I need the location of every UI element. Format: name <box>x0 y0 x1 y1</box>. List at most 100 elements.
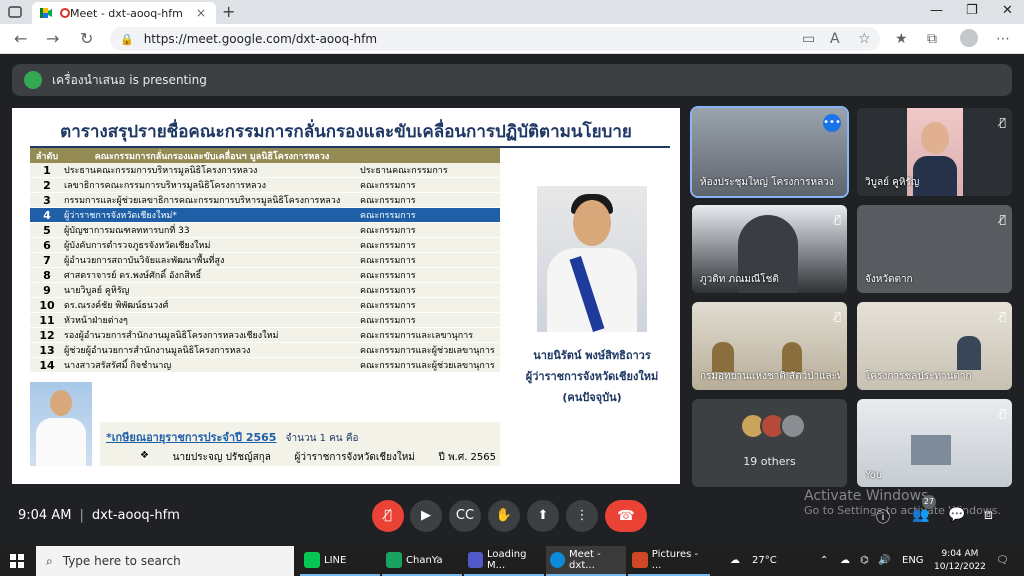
activities-icon[interactable]: ⧈ <box>984 507 993 523</box>
row-number: 5 <box>43 223 51 237</box>
retire-position: ผู้ว่าราชการจังหวัดเชียงใหม่ <box>294 452 415 463</box>
back-icon[interactable]: ← <box>14 29 27 48</box>
tab-actions-icon[interactable] <box>8 5 22 19</box>
row-role: คณะกรรมการ <box>360 286 416 296</box>
row-number: 6 <box>43 238 51 252</box>
mic-off-icon: 🎙̸ <box>834 310 841 323</box>
read-aloud-icon[interactable]: A <box>830 31 840 47</box>
row-committee: นายวิบูลย์ คูหิรัญ <box>64 286 130 296</box>
close-tab-icon[interactable]: × <box>196 6 210 20</box>
row-role: คณะกรรมการ <box>360 211 416 221</box>
participant-name: โครงการชลประทานตาก <box>865 371 972 382</box>
table-row: 1 ประธานคณะกรรมการบริหารมูลนิธิโครงการหลว… <box>30 163 500 178</box>
participant-tile[interactable]: 🎙̸ จังหวัดตาก <box>857 205 1012 293</box>
weather-icon[interactable]: ☁ <box>730 555 740 566</box>
close-window-icon[interactable]: ✕ <box>1002 3 1013 18</box>
row-number: 1 <box>43 163 51 177</box>
taskbar-app-powerpoint[interactable]: Pictures - ... <box>628 546 710 576</box>
table-row: 13 ผู้ช่วยผู้อำนวยการสำนักงานมูลนิธิโครงก… <box>30 343 500 358</box>
people-icon[interactable]: 👥 <box>912 507 929 523</box>
others-count: 19 others <box>743 455 796 468</box>
chat-icon[interactable]: 💬 <box>948 507 965 523</box>
row-number: 8 <box>43 268 51 282</box>
profile-avatar[interactable] <box>960 29 978 47</box>
present-button[interactable]: ⬆ <box>527 500 559 532</box>
row-committee: ประธานคณะกรรมการบริหารมูลนิธิโครงการหลวง <box>64 166 258 176</box>
tray-chevron-icon[interactable]: ⌃ <box>820 555 828 566</box>
mic-toggle-button[interactable]: 🎙̸ <box>372 500 404 532</box>
onedrive-icon[interactable]: ☁ <box>840 555 850 566</box>
table-row: 9 นายวิบูลย์ คูหิรัญ คณะกรรมการ <box>30 283 500 298</box>
forward-icon[interactable]: → <box>46 29 59 48</box>
maximize-icon[interactable]: ❐ <box>966 3 978 18</box>
captions-button[interactable]: CC <box>449 500 481 532</box>
more-options-button[interactable]: ⋮ <box>566 500 598 532</box>
row-role: คณะกรรมการ <box>360 181 416 191</box>
new-tab-button[interactable]: + <box>222 2 235 21</box>
collections-icon[interactable]: ⧉ <box>927 31 937 47</box>
taskbar-app-edge[interactable]: Meet - dxt... <box>546 546 626 576</box>
caption-title: ผู้ว่าราชการจังหวัดเชียงใหม่ <box>525 370 659 383</box>
governor-portrait <box>537 186 647 332</box>
address-bar[interactable]: 🔒 https://meet.google.com/dxt-aooq-hfm <box>110 27 880 51</box>
more-options-icon[interactable]: ••• <box>823 114 841 132</box>
more-menu-icon[interactable]: ⋯ <box>996 31 1010 47</box>
notification-icon[interactable]: 🗨 <box>996 555 1009 566</box>
camera-toggle-button[interactable]: ▶ <box>410 500 442 532</box>
row-role: ประธานคณะกรรมการ <box>360 166 448 176</box>
participant-tile[interactable]: ••• ห้องประชุมใหญ่ โครงการหลวง <box>690 106 849 198</box>
presenter-avatar <box>24 71 42 89</box>
lock-icon[interactable]: 🔒 <box>120 33 134 46</box>
taskbar-search[interactable]: ⌕ Type here to search <box>36 546 294 576</box>
leave-call-button[interactable]: ☎ <box>605 500 647 532</box>
tab-meet[interactable]: Meet - dxt-aooq-hfm × <box>32 2 216 24</box>
tab-title: Meet - dxt-aooq-hfm <box>70 6 183 20</box>
row-role: คณะกรรมการ <box>360 271 416 281</box>
taskbar-app-chanya[interactable]: ChanYa <box>382 546 462 576</box>
participant-tile[interactable]: 🎙̸ โครงการชลประทานตาก <box>857 302 1012 390</box>
network-icon[interactable]: ⌬ <box>860 555 869 566</box>
raise-hand-button[interactable]: ✋ <box>488 500 520 532</box>
taskbar-app-teams[interactable]: Loading M... <box>464 546 544 576</box>
favorite-star-icon[interactable]: ☆ <box>858 31 871 47</box>
presenting-text: เครื่องนำเสนอ is presenting <box>52 72 207 87</box>
retire-bullet: ❖ <box>140 450 149 461</box>
table-row: 3 กรรมการและผู้ช่วยเลขาธิการคณะกรรมการบริ… <box>30 193 500 208</box>
reload-icon[interactable]: ↻ <box>80 29 93 48</box>
row-role: คณะกรรมการ <box>360 196 416 206</box>
others-tile[interactable]: 19 others <box>692 399 847 487</box>
edge-icon <box>550 552 566 568</box>
browser-toolbar: ← → ↻ 🔒 https://meet.google.com/dxt-aooq… <box>0 24 1024 54</box>
row-role: คณะกรรมการและผู้ช่วยเลขานุการ <box>360 346 495 356</box>
caption-name: นายนิรัตน์ พงษ์สิทธิถาวร <box>533 349 651 362</box>
participant-tile[interactable]: 🎙̸ วิบูลย์ คูหิรัญ <box>857 108 1012 196</box>
info-icon[interactable]: ⓘ <box>876 507 890 527</box>
participant-tile[interactable]: 🎙̸ ภูวดิท ภณมณีโชติ <box>692 205 847 293</box>
col-order-header: ลำดับ <box>35 151 59 162</box>
volume-icon[interactable]: 🔊 <box>878 555 890 566</box>
chanya-icon <box>386 552 402 568</box>
self-tile[interactable]: 🎙̸ You <box>857 399 1012 487</box>
mic-off-icon: 🎙̸ <box>999 213 1006 226</box>
taskbar-app-line[interactable]: LINE <box>300 546 380 576</box>
favorites-icon[interactable]: ★ <box>895 31 908 47</box>
meeting-time: 9:04 AM <box>18 508 72 523</box>
table-row: 4 ผู้ว่าราชการจังหวัดเชียงใหม่* คณะกรรมการ <box>30 208 500 223</box>
windows-taskbar: ⌕ Type here to search LINE ChanYa Loadin… <box>0 546 1024 576</box>
row-committee: ผู้ว่าราชการจังหวัดเชียงใหม่* <box>64 211 177 221</box>
taskbar-clock[interactable]: 9:04 AM 10/12/2022 <box>934 548 986 574</box>
url-text: https://meet.google.com/dxt-aooq-hfm <box>143 32 378 46</box>
row-role: คณะกรรมการ <box>360 256 416 266</box>
retire-year: ปี พ.ศ. 2565 <box>438 452 496 463</box>
minimize-icon[interactable]: — <box>930 3 943 18</box>
language-indicator[interactable]: ENG <box>902 555 924 566</box>
retire-heading: *เกษียณอายุราชการประจำปี 2565 <box>106 431 277 444</box>
line-icon <box>304 552 320 568</box>
row-number: 12 <box>39 328 55 342</box>
row-committee: ผู้บังคับการตำรวจภูธรจังหวัดเชียงใหม่ <box>64 241 211 251</box>
camera-icon[interactable]: ▭ <box>802 31 815 47</box>
windows-start-icon[interactable] <box>10 554 24 568</box>
retire-name: นายประจญ ปรัชญ์สกุล <box>172 452 271 463</box>
participant-tile[interactable]: 🎙̸ กรมอุทยานแห่งชาติ สัตว์ป่าและพันธุ์พื… <box>692 302 847 390</box>
presenting-banner: เครื่องนำเสนอ is presenting <box>12 64 1012 96</box>
